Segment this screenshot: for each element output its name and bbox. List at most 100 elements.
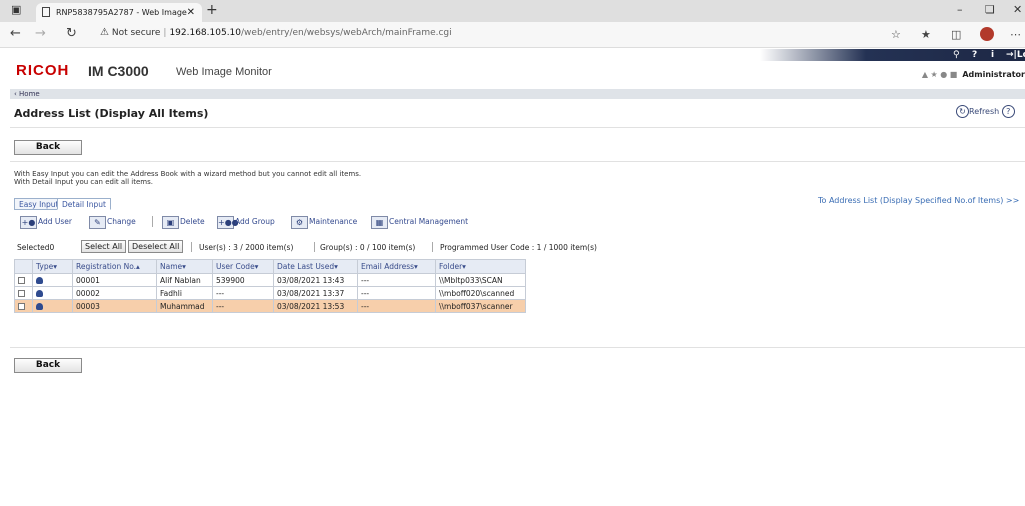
ricoh-logo: RICOH: [16, 62, 70, 79]
read-aloud-icon[interactable]: ☆: [891, 28, 901, 41]
description-text: With Easy Input you can edit the Address…: [14, 170, 362, 186]
add-user-icon: +●: [20, 215, 37, 229]
column-email-address[interactable]: Email Address▾: [357, 259, 436, 274]
column-user-code[interactable]: User Code▾: [212, 259, 274, 274]
divider: [314, 242, 315, 252]
back-button-top[interactable]: Back: [14, 140, 82, 155]
pencil-icon: ✎: [89, 215, 106, 229]
central-management-button[interactable]: ▦ Central Management: [371, 214, 468, 229]
header-toolbar: ⚲ ? i →| Logout: [760, 49, 1025, 61]
warning-icon: ⚠: [100, 27, 109, 38]
change-button[interactable]: ✎ Change: [89, 214, 136, 229]
registration-no: 00001: [72, 273, 157, 287]
url-field[interactable]: ⚠ Not secure | 192.168.105.10/web/entry/en…: [100, 27, 452, 38]
select-all-button[interactable]: Select All: [81, 240, 127, 253]
toolbar-divider: [152, 216, 153, 227]
close-tab-icon[interactable]: ✕: [187, 3, 195, 22]
refresh-button[interactable]: ↻ Refresh ?: [956, 105, 1015, 118]
table-row[interactable]: 00002 Fadhli --- 03/08/2021 13:37 --- \\…: [14, 286, 526, 300]
date-cell: 03/08/2021 13:53: [273, 299, 358, 313]
minimize-icon[interactable]: –: [957, 3, 963, 16]
maximize-icon[interactable]: ❏: [985, 3, 995, 16]
maintenance-button[interactable]: ⚙ Maintenance: [291, 214, 357, 229]
row-checkbox[interactable]: [18, 303, 25, 310]
add-user-button[interactable]: +● Add User: [20, 214, 72, 229]
app-header: RICOH IM C3000 Web Image Monitor ⚲ ? i →…: [0, 49, 1025, 89]
status-icons: ▲ ★ ● ■: [921, 70, 958, 79]
product-name: Web Image Monitor: [176, 66, 272, 78]
model-name: IM C3000: [88, 63, 149, 79]
row-checkbox[interactable]: [18, 277, 25, 284]
folder-cell: \\Mbltp033\SCAN: [435, 273, 526, 287]
trash-icon: ▣: [162, 215, 179, 229]
search-icon[interactable]: ⚲: [953, 49, 960, 61]
browser-tab-bar: ▣ RNP5838795A2787 - Web Image ✕ + – ❏ ✕: [0, 0, 1025, 22]
forward-arrow-icon[interactable]: →: [35, 26, 46, 41]
registration-no: 00002: [72, 286, 157, 300]
selected-count: Selected0: [17, 243, 55, 252]
user-code-cell: 539900: [212, 273, 274, 287]
date-cell: 03/08/2021 13:43: [273, 273, 358, 287]
to-address-list-link[interactable]: To Address List (Display Specified No.of…: [818, 196, 1019, 205]
deselect-all-button[interactable]: Deselect All: [128, 240, 184, 253]
table-row[interactable]: 00003 Muhammad --- 03/08/2021 13:53 --- …: [14, 299, 526, 313]
date-cell: 03/08/2021 13:37: [273, 286, 358, 300]
delete-button[interactable]: ▣ Delete: [162, 214, 205, 229]
url-path: /web/entry/en/websys/webArch/mainFrame.c…: [241, 28, 452, 38]
column-folder[interactable]: Folder▾: [435, 259, 526, 274]
user-name-cell: Muhammad: [156, 299, 213, 313]
not-secure-label: Not secure: [111, 28, 161, 38]
email-cell: ---: [357, 273, 436, 287]
breadcrumb: ‹ Home: [10, 89, 1025, 99]
new-tab-button[interactable]: +: [206, 2, 218, 18]
favorites-icon[interactable]: ★: [921, 28, 931, 41]
collections-icon[interactable]: ◫: [951, 28, 961, 41]
email-cell: ---: [357, 286, 436, 300]
folder-cell: \\mboff037\scanner: [435, 299, 526, 313]
add-group-button[interactable]: +●●Add Group: [217, 214, 275, 229]
email-cell: ---: [357, 299, 436, 313]
user-name-cell: Alif Nablan: [156, 273, 213, 287]
divider: [10, 161, 1025, 162]
more-icon[interactable]: ⋯: [1010, 28, 1021, 41]
divider: [432, 242, 433, 252]
help-circle-icon[interactable]: ?: [1001, 105, 1015, 118]
column-type[interactable]: Type▾: [32, 259, 73, 274]
profile-avatar[interactable]: [980, 27, 994, 41]
tab-detail-input[interactable]: Detail Input: [57, 198, 111, 210]
user-code-cell: ---: [212, 286, 274, 300]
url-host: 192.168.105.10: [169, 28, 242, 38]
home-link[interactable]: ‹ Home: [14, 90, 40, 98]
tab-actions-icon[interactable]: ▣: [11, 3, 21, 16]
user-icon: [36, 277, 43, 284]
help-icon[interactable]: ?: [972, 49, 977, 61]
table-row[interactable]: 00001 Alif Nablan 539900 03/08/2021 13:4…: [14, 273, 526, 287]
user-name: Administrator: [962, 70, 1025, 79]
browser-tab[interactable]: RNP5838795A2787 - Web Image ✕: [36, 3, 202, 22]
column-registration-no[interactable]: Registration No.▴: [72, 259, 157, 274]
user-name-cell: Fadhli: [156, 286, 213, 300]
close-window-icon[interactable]: ✕: [1013, 3, 1022, 16]
registration-no: 00003: [72, 299, 157, 313]
user-icon: [36, 290, 43, 297]
user-icon: [36, 303, 43, 310]
maintenance-icon: ⚙: [291, 215, 308, 229]
row-checkbox[interactable]: [18, 290, 25, 297]
column-name[interactable]: Name▾: [156, 259, 213, 274]
refresh-icon: ↻: [956, 105, 969, 118]
user-status: ▲ ★ ● ■ Administrator: [922, 70, 1025, 79]
reload-icon[interactable]: ↻: [66, 26, 77, 41]
logout-button[interactable]: →| Logout: [1006, 49, 1025, 61]
back-button-bottom[interactable]: Back: [14, 358, 82, 373]
address-table: Type▾ Registration No.▴ Name▾ User Code▾…: [14, 259, 526, 313]
add-group-icon: +●●: [217, 215, 239, 229]
back-arrow-icon[interactable]: ←: [10, 26, 21, 41]
column-date-last-used[interactable]: Date Last Used▾: [273, 259, 358, 274]
address-toolbar: +● Add User ✎ Change ▣ Delete +●●Add Group …: [14, 210, 539, 232]
info-icon[interactable]: i: [991, 49, 994, 61]
user-code-count: Programmed User Code : 1 / 1000 item(s): [440, 243, 597, 252]
divider: [10, 127, 1025, 128]
tab-title: RNP5838795A2787 - Web Image: [56, 8, 187, 17]
page-icon: [42, 7, 50, 17]
group-count: Group(s) : 0 / 100 item(s): [320, 243, 416, 252]
